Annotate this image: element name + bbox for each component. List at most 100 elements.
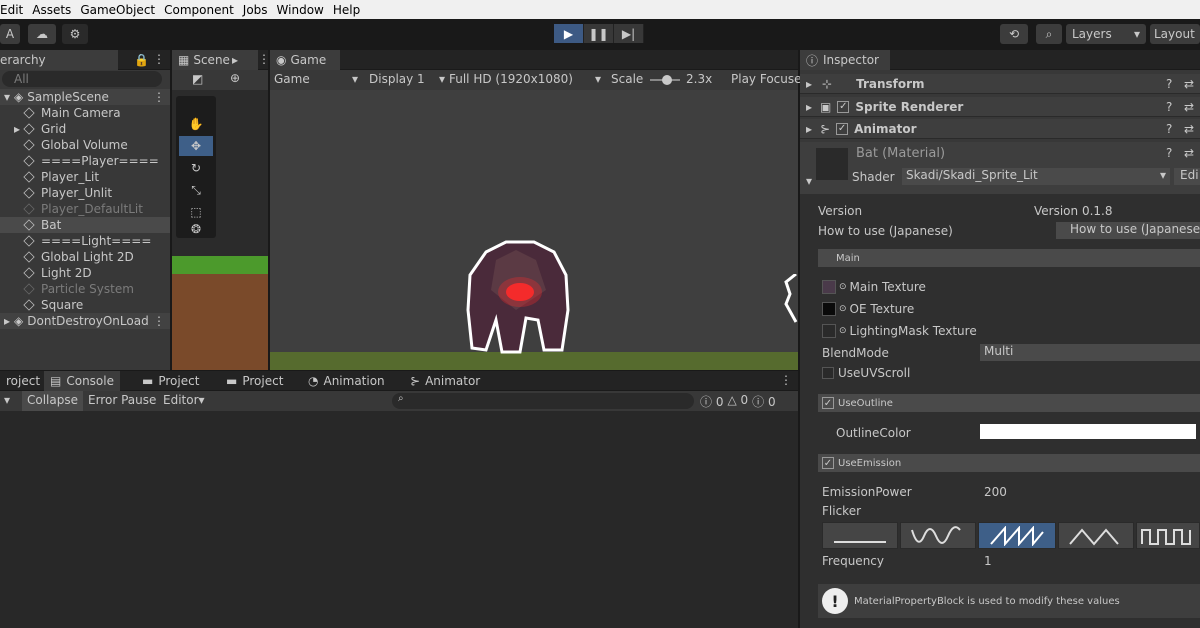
main-section-header[interactable]: Main (818, 249, 1200, 267)
list-item[interactable]: ====Player==== (0, 153, 170, 169)
step-button[interactable]: ▶| (614, 24, 644, 43)
list-item[interactable]: Main Camera (0, 105, 170, 121)
useoutline-section-header[interactable]: ✓ UseOutline (818, 394, 1200, 412)
list-item[interactable]: ▸ Grid (0, 121, 170, 137)
settings-icon[interactable]: ⇄ (1184, 122, 1194, 136)
list-item-selected[interactable]: Bat (0, 217, 170, 233)
scale-tool-icon[interactable]: ⤡ (179, 180, 213, 200)
tab-game[interactable]: ◉ Game (270, 50, 340, 70)
tab-project-3[interactable]: ▬ Project (220, 371, 289, 391)
useuvscroll-toggle[interactable]: UseUVScroll (822, 366, 910, 380)
useemission-section-header[interactable]: ✓ UseEmission (818, 454, 1200, 472)
tab-project-2[interactable]: ▬ Project (136, 371, 205, 391)
list-item[interactable]: Global Volume (0, 137, 170, 153)
search-icon[interactable]: ⌕ (1036, 24, 1062, 44)
play-button[interactable]: ▶ (554, 24, 584, 43)
globe-icon[interactable]: ⊕ (230, 71, 240, 85)
display-dropdown[interactable]: Display 1 ▾ (369, 72, 445, 86)
texture-slot[interactable] (822, 280, 836, 294)
scene-menu-icon[interactable]: ⋮ (153, 314, 165, 328)
play-focused-dropdown[interactable]: Play Focuse (731, 72, 802, 86)
more-icon[interactable]: ⋮ (258, 52, 270, 66)
texture-slot[interactable] (822, 324, 836, 338)
enable-checkbox[interactable]: ✓ (837, 100, 850, 113)
scene-row[interactable]: ▾ ◈ SampleScene ⋮ (0, 89, 170, 105)
blendmode-dropdown[interactable]: Multi (980, 344, 1200, 361)
history-icon[interactable]: ⟲ (1000, 24, 1028, 44)
transform-component-header[interactable]: ▸ ⊹ Transform ? ⇄ (800, 74, 1200, 94)
clear-dropdown-icon[interactable]: ▾ (4, 393, 10, 407)
scale-slider[interactable] (650, 75, 680, 85)
draw-mode-icon[interactable]: ◩ (192, 72, 203, 86)
help-icon[interactable]: ? (1166, 122, 1172, 136)
list-item[interactable]: Player_Unlit (0, 185, 170, 201)
flicker-square-button[interactable] (1136, 522, 1200, 549)
transform-tool-icon[interactable]: ❂ (179, 220, 213, 238)
help-icon[interactable]: ? (1166, 146, 1172, 160)
outlinecolor-swatch[interactable] (980, 424, 1196, 439)
console-search-input[interactable]: ⌕ (392, 393, 694, 409)
foldout-icon[interactable]: ▸ (14, 122, 20, 136)
rotate-tool-icon[interactable]: ↻ (179, 158, 213, 178)
cloud-icon[interactable]: ☁ (28, 24, 56, 44)
emissionpower-value[interactable]: 200 (984, 485, 1007, 499)
hand-tool-icon[interactable]: ✋ (179, 114, 213, 134)
oe-texture-row[interactable]: ⊙ OE Texture (822, 302, 914, 316)
game-view[interactable] (270, 90, 798, 370)
scale-slider-thumb[interactable] (662, 75, 672, 85)
texture-slot[interactable] (822, 302, 836, 316)
flicker-sawtooth-button[interactable] (978, 522, 1056, 549)
menu-gameobject[interactable]: GameObject (80, 3, 155, 17)
menu-window[interactable]: Window (277, 3, 324, 17)
settings-icon[interactable]: ⇄ (1184, 100, 1194, 114)
error-count-button[interactable]: ⓘ 0 (752, 393, 775, 410)
menu-jobs[interactable]: Jobs (243, 3, 268, 17)
tab-inspector[interactable]: ⓘ Inspector (800, 50, 890, 70)
tab-project[interactable]: roject (0, 371, 46, 391)
list-item[interactable]: Square (0, 297, 170, 313)
tab-hierarchy[interactable]: erarchy (0, 50, 118, 70)
flicker-constant-button[interactable] (822, 522, 898, 549)
sprite-renderer-component-header[interactable]: ▸ ▣ ✓ Sprite Renderer ? ⇄ (800, 97, 1200, 117)
list-item[interactable]: Global Light 2D (0, 249, 170, 265)
tab-scene[interactable]: ▦ Scene ▸ (172, 50, 258, 70)
scene-view[interactable]: ◩ ⊕ ✋ ✥ ↻ ⤡ ⬚ ❂ (172, 70, 268, 370)
menu-help[interactable]: Help (333, 3, 360, 17)
rect-tool-icon[interactable]: ⬚ (179, 202, 213, 222)
menu-component[interactable]: Component (164, 3, 234, 17)
console-log-area[interactable] (0, 411, 798, 628)
list-item[interactable]: Player_DefaultLit (0, 201, 170, 217)
tab-console[interactable]: ▤ Console (44, 371, 120, 391)
menu-edit[interactable]: Edit (0, 3, 23, 17)
info-count-button[interactable]: ⓘ 0 (700, 393, 723, 410)
help-icon[interactable]: ? (1166, 77, 1172, 91)
dontdestroy-row[interactable]: ▸ ◈ DontDestroyOnLoad ⋮ (0, 313, 170, 329)
lightingmask-texture-row[interactable]: ⊙ LightingMask Texture (822, 324, 977, 338)
flicker-sine-button[interactable] (900, 522, 976, 549)
hierarchy-search-input[interactable]: All (2, 71, 162, 87)
more-icon[interactable]: ⋮ (153, 52, 165, 66)
list-item[interactable]: ====Light==== (0, 233, 170, 249)
frequency-value[interactable]: 1 (984, 554, 992, 568)
editor-dropdown[interactable]: Editor ▾ (163, 393, 205, 407)
scene-menu-icon[interactable]: ⋮ (153, 90, 165, 104)
animator-component-header[interactable]: ▸ ⊱ ✓ Animator ? ⇄ (800, 119, 1200, 139)
edit-shader-button[interactable]: Edi (1174, 168, 1200, 185)
flicker-triangle-button[interactable] (1058, 522, 1134, 549)
tab-animator[interactable]: ⊱ Animator (404, 371, 486, 391)
help-icon[interactable]: ? (1166, 100, 1172, 114)
useuvscroll-checkbox[interactable] (822, 367, 834, 379)
menu-assets[interactable]: Assets (32, 3, 71, 17)
collab-icon[interactable]: ⚙ (62, 24, 88, 44)
pause-button[interactable]: ❚❚ (584, 24, 614, 43)
settings-icon[interactable]: ⇄ (1184, 77, 1194, 91)
resolution-dropdown[interactable]: Full HD (1920x1080) ▾ (449, 72, 601, 86)
main-texture-row[interactable]: ⊙ Main Texture (822, 280, 926, 294)
tab-animation[interactable]: ◔ Animation (302, 371, 391, 391)
list-item[interactable]: Player_Lit (0, 169, 170, 185)
move-tool-icon[interactable]: ✥ (179, 136, 213, 156)
warning-count-button[interactable]: △ 0 (727, 393, 748, 410)
useemission-checkbox[interactable]: ✓ (822, 457, 834, 469)
settings-icon[interactable]: ⇄ (1184, 146, 1194, 160)
enable-checkbox[interactable]: ✓ (836, 122, 849, 135)
